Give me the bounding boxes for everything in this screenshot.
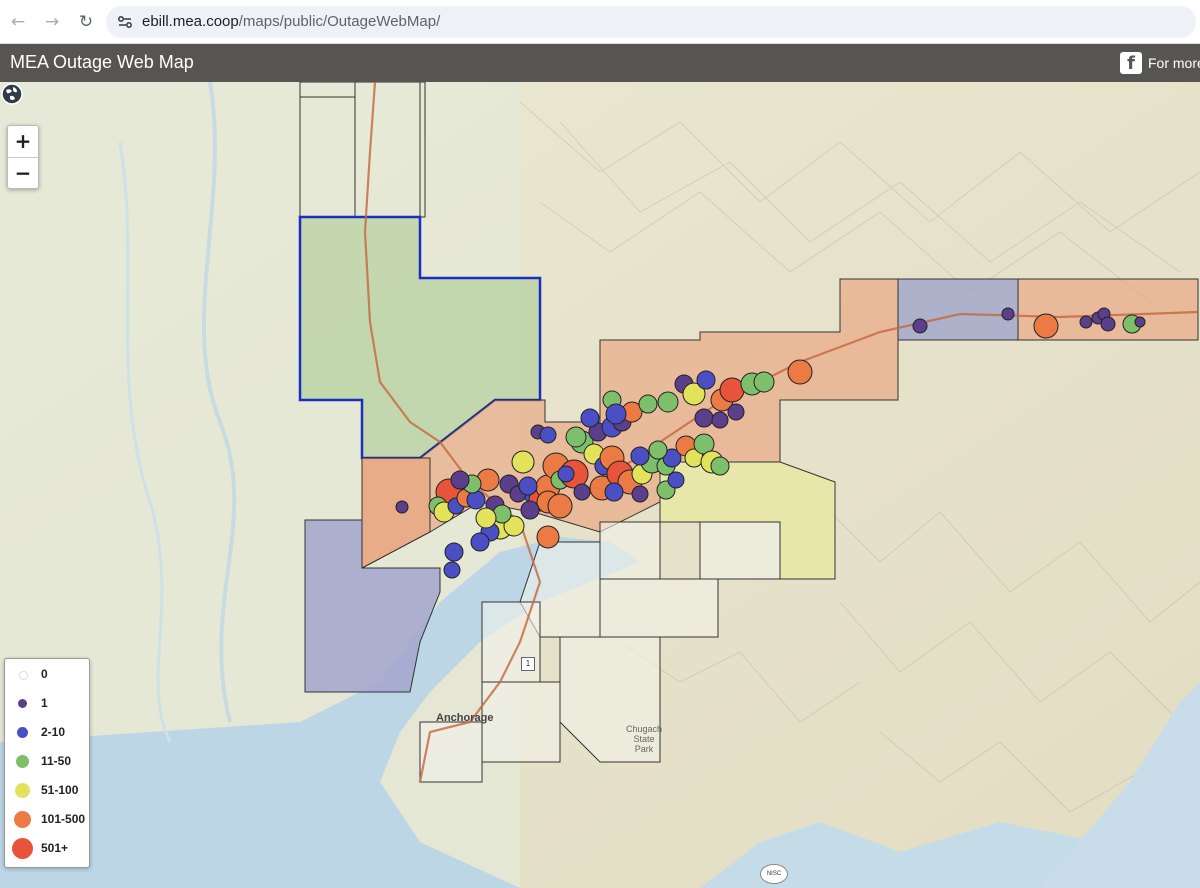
outage-marker[interactable] (395, 500, 409, 514)
legend-label: 11-50 (41, 754, 72, 768)
facebook-link[interactable]: f For more (1120, 50, 1200, 76)
outage-marker[interactable] (470, 532, 490, 552)
legend-item: 101-500 (5, 806, 89, 832)
outage-marker[interactable] (450, 470, 470, 490)
page-title: MEA Outage Web Map (10, 52, 194, 72)
outage-markers-layer[interactable] (0, 82, 1200, 888)
outage-marker[interactable] (696, 370, 716, 390)
city-label: Anchorage (436, 712, 494, 724)
legend-swatch (18, 670, 28, 680)
nisc-logo: NISC (760, 864, 788, 884)
outage-marker[interactable] (1001, 307, 1015, 321)
outage-marker[interactable] (565, 426, 587, 448)
legend-label: 51-100 (41, 783, 79, 797)
outage-marker[interactable] (657, 391, 679, 413)
outage-marker[interactable] (520, 500, 540, 520)
browser-toolbar: ← → ↻ ebill.mea.coop/maps/public/OutageW… (0, 0, 1200, 44)
site-info-icon[interactable] (116, 13, 134, 31)
back-arrow-icon[interactable]: ← (6, 10, 30, 34)
outage-marker[interactable] (787, 359, 813, 385)
outage-marker[interactable] (605, 403, 627, 425)
outage-marker[interactable] (1033, 313, 1059, 339)
legend-label: 1 (41, 696, 48, 710)
legend-label: 0 (41, 667, 48, 681)
legend-swatch (17, 698, 27, 708)
outage-marker[interactable] (710, 456, 730, 476)
legend-label: 501+ (41, 841, 69, 855)
reload-icon[interactable]: ↻ (74, 10, 98, 34)
outage-marker[interactable] (557, 465, 575, 483)
outage-marker[interactable] (719, 377, 745, 403)
globe-icon[interactable] (0, 82, 24, 106)
app-header: MEA Outage Web Map f For more (0, 44, 1200, 82)
outage-marker[interactable] (511, 450, 535, 474)
outage-marker[interactable] (580, 408, 600, 428)
legend-item: 11-50 (5, 748, 89, 774)
park-label: Chugach State Park (626, 724, 663, 754)
url-text[interactable]: ebill.mea.coop/maps/public/OutageWebMap/ (142, 13, 440, 30)
outage-marker[interactable] (1100, 316, 1116, 332)
outage-marker[interactable] (912, 318, 928, 334)
legend-label: 2-10 (41, 725, 66, 739)
legend-swatch (16, 726, 28, 738)
zoom-in-button[interactable]: + (8, 126, 38, 158)
legend-item: 0 (5, 661, 89, 687)
outage-marker[interactable] (475, 507, 497, 529)
address-bar[interactable]: ebill.mea.coop/maps/public/OutageWebMap/ (106, 6, 1196, 38)
outage-marker[interactable] (443, 561, 461, 579)
url-path: /maps/public/OutageWebMap/ (238, 13, 441, 30)
outage-marker[interactable] (638, 394, 658, 414)
outage-marker[interactable] (667, 471, 685, 489)
outage-marker[interactable] (630, 446, 650, 466)
outage-marker[interactable] (547, 493, 573, 519)
outage-marker[interactable] (1134, 316, 1146, 328)
outage-marker[interactable] (648, 440, 668, 460)
outage-marker[interactable] (518, 476, 538, 496)
outage-marker[interactable] (444, 542, 464, 562)
outage-marker[interactable] (727, 403, 745, 421)
legend-swatch (15, 754, 29, 768)
outage-marker[interactable] (539, 426, 557, 444)
legend-item: 51-100 (5, 777, 89, 803)
outage-map[interactable]: Anchorage Chugach State Park 1 NISC + − … (0, 82, 1200, 888)
legend-label: 101-500 (41, 812, 86, 826)
legend-item: 1 (5, 690, 89, 716)
outage-marker[interactable] (694, 408, 714, 428)
zoom-out-button[interactable]: − (8, 158, 38, 189)
highway-shield: 1 (521, 657, 535, 671)
url-host: ebill.mea.coop (142, 13, 239, 30)
legend-swatch (11, 837, 33, 859)
outage-marker[interactable] (1079, 315, 1093, 329)
facebook-icon[interactable]: f (1120, 52, 1142, 74)
legend-swatch (13, 810, 31, 828)
outage-legend: 0 1 2-10 11-50 51-100 101-500 501+ (4, 658, 90, 868)
outage-marker[interactable] (536, 525, 560, 549)
facebook-link-text[interactable]: For more (1148, 55, 1200, 71)
outage-marker[interactable] (573, 483, 591, 501)
outage-marker[interactable] (753, 371, 775, 393)
outage-marker[interactable] (466, 490, 486, 510)
legend-item: 2-10 (5, 719, 89, 745)
zoom-control: + − (7, 125, 39, 189)
outage-marker[interactable] (631, 485, 649, 503)
legend-item: 501+ (5, 835, 89, 861)
legend-swatch (14, 782, 30, 798)
outage-marker[interactable] (711, 411, 729, 429)
outage-marker[interactable] (604, 482, 624, 502)
forward-arrow-icon[interactable]: → (40, 10, 64, 34)
